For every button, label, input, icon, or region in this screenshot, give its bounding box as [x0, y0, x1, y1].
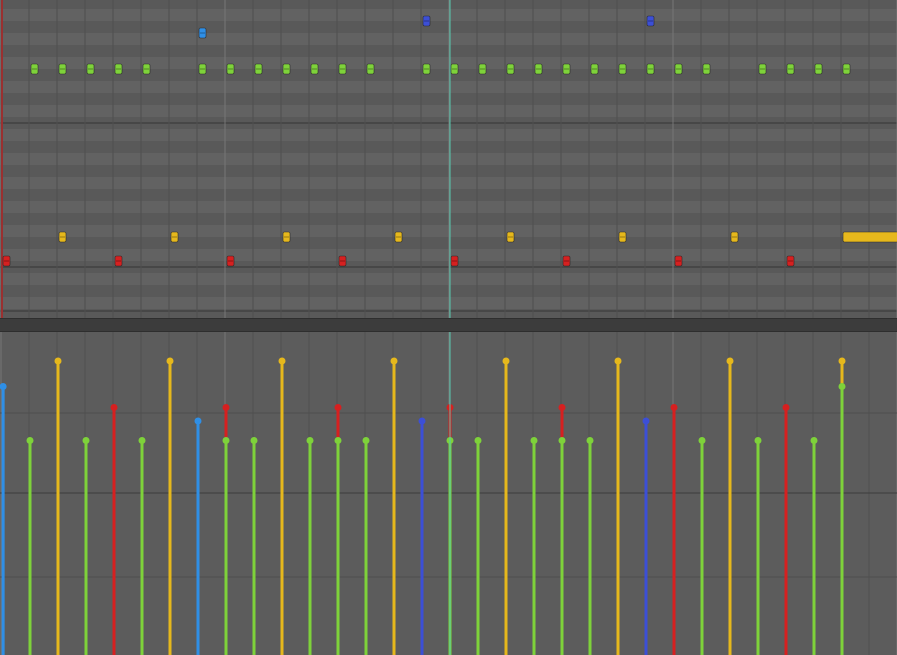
velocity-handle[interactable]: [222, 404, 230, 411]
velocity-handle[interactable]: [642, 417, 650, 425]
velocity-handle[interactable]: [306, 437, 314, 444]
velocity-handle[interactable]: [726, 357, 734, 365]
velocity-handle[interactable]: [838, 357, 846, 365]
velocity-handle[interactable]: [782, 404, 790, 411]
velocity-handle[interactable]: [194, 417, 202, 425]
note-grid-canvas[interactable]: [0, 0, 897, 318]
velocity-handle[interactable]: [334, 404, 342, 411]
velocity-handle[interactable]: [586, 437, 594, 444]
velocity-handle[interactable]: [26, 437, 34, 444]
velocity-handle[interactable]: [810, 437, 818, 444]
velocity-handle[interactable]: [166, 357, 174, 365]
velocity-handle[interactable]: [82, 437, 90, 444]
velocity-handle[interactable]: [558, 437, 566, 444]
velocity-handle[interactable]: [698, 437, 706, 444]
velocity-handle[interactable]: [250, 437, 258, 444]
velocity-handle[interactable]: [110, 404, 118, 411]
midi-note-long[interactable]: [842, 231, 897, 243]
velocity-handle[interactable]: [334, 437, 342, 444]
velocity-handle[interactable]: [670, 404, 678, 411]
velocity-handle[interactable]: [754, 437, 762, 444]
velocity-handle[interactable]: [0, 383, 7, 390]
velocity-handle[interactable]: [54, 357, 62, 365]
velocity-handle[interactable]: [614, 357, 622, 365]
piano-roll-grid[interactable]: [0, 0, 897, 318]
velocity-handle[interactable]: [362, 437, 370, 444]
velocity-handle[interactable]: [138, 437, 146, 444]
velocity-handle[interactable]: [474, 437, 482, 444]
velocity-canvas[interactable]: [0, 332, 897, 655]
velocity-handle[interactable]: [558, 404, 566, 411]
velocity-handle[interactable]: [530, 437, 538, 444]
editor-window: [0, 0, 897, 655]
velocity-handle[interactable]: [418, 417, 426, 425]
velocity-handle[interactable]: [502, 357, 510, 365]
velocity-handle[interactable]: [838, 383, 846, 390]
velocity-handle[interactable]: [390, 357, 398, 365]
lane-splitter[interactable]: [0, 318, 897, 332]
velocity-lane[interactable]: [0, 332, 897, 655]
velocity-handle[interactable]: [222, 437, 230, 444]
velocity-handle[interactable]: [278, 357, 286, 365]
